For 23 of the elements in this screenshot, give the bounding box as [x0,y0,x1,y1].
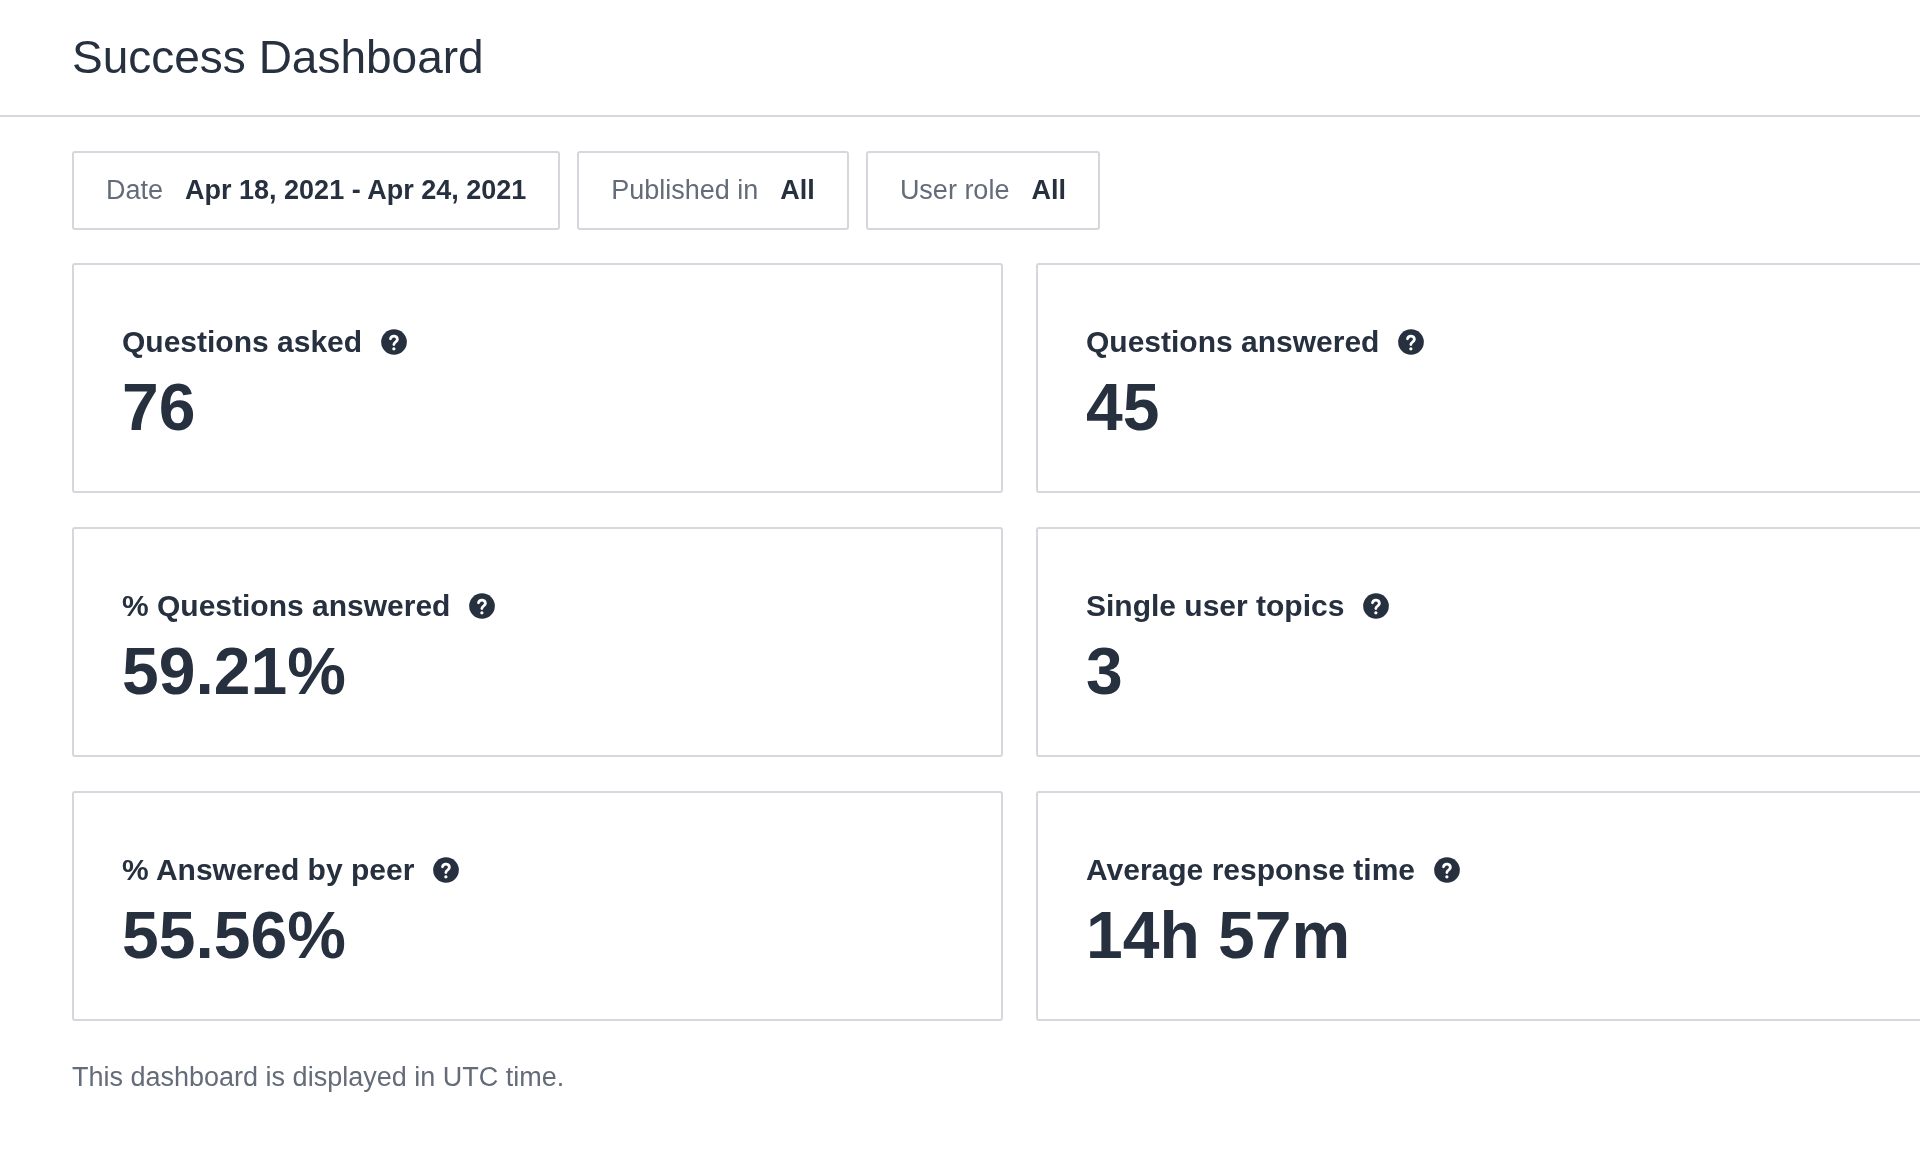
filter-button[interactable]: Date Apr 18, 2021 - Apr 24, 2021 [72,151,561,230]
help-icon[interactable] [1433,855,1462,884]
help-icon[interactable] [380,327,409,356]
metric-value: 3 [1086,638,1123,704]
help-icon[interactable] [1362,591,1391,620]
metric-label: % Questions answered [122,588,451,624]
metric-label: Average response time [1086,852,1416,888]
metric-label: Questions answered [1086,324,1380,360]
filter-button[interactable]: User role All [865,151,1100,230]
metric-value: 76 [122,374,196,440]
metric-value: 14h 57m [1086,902,1351,968]
metric-value: 55.56% [122,902,346,968]
help-icon[interactable] [432,855,461,884]
page-title: Success Dashboard [72,30,484,85]
filter-button[interactable]: Published in All [577,151,849,230]
footer-note: This dashboard is displayed in UTC time. [72,1061,566,1094]
help-icon[interactable] [1397,327,1426,356]
metric-label: % Answered by peer [122,852,415,888]
help-icon[interactable] [468,591,497,620]
metric-value: 59.21% [122,638,346,704]
metric-value: 45 [1086,374,1160,440]
metric-label: Questions asked [122,324,363,360]
metric-label: Single user topics [1086,588,1345,624]
